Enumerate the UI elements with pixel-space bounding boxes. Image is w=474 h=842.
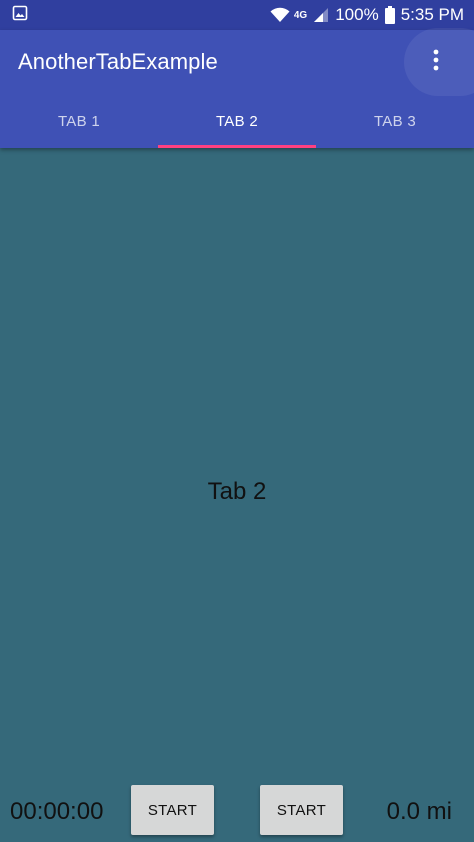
overflow-menu-button[interactable] bbox=[398, 28, 474, 96]
tab-1[interactable]: TAB 1 bbox=[0, 94, 158, 148]
tab-2[interactable]: TAB 2 bbox=[158, 94, 316, 148]
status-left bbox=[12, 5, 28, 26]
more-vert-icon bbox=[433, 49, 439, 76]
timer-readout: 00:00:00 bbox=[10, 798, 104, 825]
status-time: 5:35 PM bbox=[400, 5, 464, 24]
bottom-bar: 00:00:00 START START 0.0 mi bbox=[0, 784, 474, 840]
tab-content: Tab 2 00:00:00 START START 0.0 mi bbox=[0, 148, 474, 842]
toolbar: AnotherTabExample bbox=[0, 28, 474, 96]
start-button-1[interactable]: START bbox=[131, 785, 214, 835]
signal-icon bbox=[313, 7, 329, 23]
tab-3[interactable]: TAB 3 bbox=[316, 94, 474, 148]
gallery-notification-icon bbox=[12, 5, 28, 26]
network-type-label: 4G bbox=[293, 9, 308, 21]
tab-bar: TAB 1 TAB 2 TAB 3 bbox=[0, 94, 474, 148]
status-right: 4G 100% 5:35 PM bbox=[270, 5, 464, 25]
status-bar: 4G 100% 5:35 PM bbox=[0, 0, 474, 30]
battery-percent: 100% bbox=[335, 5, 379, 24]
battery-icon bbox=[384, 6, 395, 24]
start-button-2[interactable]: START bbox=[260, 785, 343, 835]
app-title: AnotherTabExample bbox=[18, 49, 218, 74]
wifi-icon bbox=[270, 7, 290, 23]
app-bar: AnotherTabExample TAB 1 TAB 2 TAB 3 bbox=[0, 28, 474, 148]
distance-readout: 0.0 mi bbox=[386, 798, 452, 825]
tab-content-label: Tab 2 bbox=[207, 478, 267, 505]
